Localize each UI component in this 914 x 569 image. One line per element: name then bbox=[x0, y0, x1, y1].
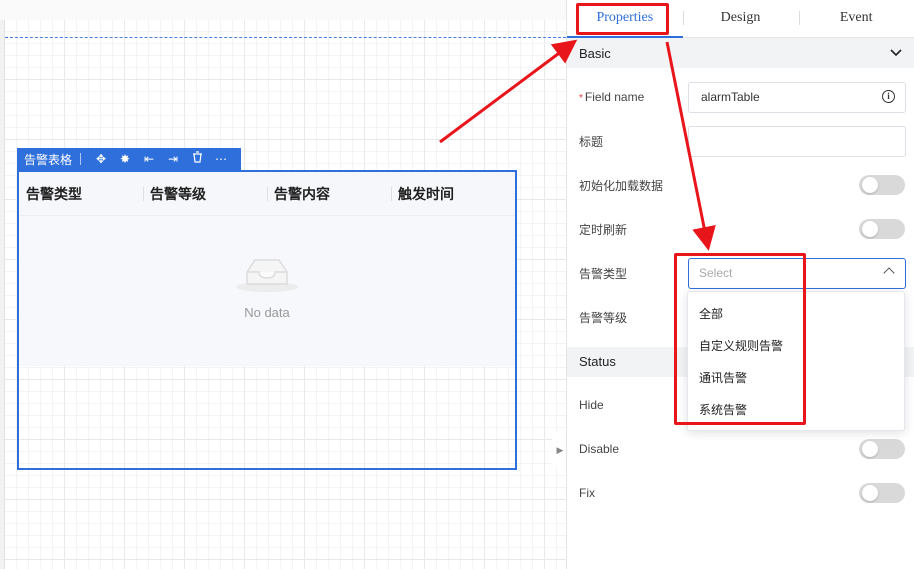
disable-toggle[interactable] bbox=[859, 439, 905, 459]
chevron-up-icon bbox=[883, 266, 895, 279]
init-load-toggle[interactable] bbox=[859, 175, 905, 195]
table-header: 告警类型 告警等级 告警内容 触发时间 bbox=[19, 172, 515, 216]
chevron-down-icon[interactable] bbox=[890, 46, 902, 60]
init-load-label: 初始化加载数据 bbox=[579, 178, 664, 193]
annotation-box-properties-tab bbox=[576, 3, 669, 35]
column-header[interactable]: 触发时间 bbox=[391, 172, 515, 215]
widget-toolbar: 告警表格 ✥ ✸ ⇤ ⇥ ⋯ bbox=[17, 148, 241, 170]
fix-row: Fix bbox=[567, 471, 914, 515]
annotation-box-dropdown bbox=[674, 253, 806, 425]
field-name-value: alarmTable bbox=[701, 90, 760, 104]
field-name-input[interactable]: alarmTable i bbox=[688, 81, 906, 113]
widget-name: 告警表格 bbox=[24, 152, 73, 167]
info-icon[interactable]: i bbox=[882, 89, 895, 103]
timed-refresh-label: 定时刷新 bbox=[579, 222, 628, 237]
title-label: 标题 bbox=[579, 134, 604, 149]
column-header[interactable]: 告警内容 bbox=[267, 172, 391, 215]
empty-text: No data bbox=[244, 305, 290, 320]
bug-icon[interactable]: ✸ bbox=[113, 148, 137, 170]
tab-divider bbox=[683, 11, 684, 25]
title-input[interactable] bbox=[688, 125, 906, 157]
tab-event[interactable]: Event bbox=[798, 0, 914, 37]
align-right-icon[interactable]: ⇥ bbox=[161, 148, 185, 170]
guide-line bbox=[5, 37, 566, 38]
field-name-row: * Field name alarmTable i bbox=[567, 75, 914, 119]
design-canvas[interactable]: 告警表格 ✥ ✸ ⇤ ⇥ ⋯ 告警类型 告警等级 告警内容 触发时间 No da… bbox=[0, 0, 566, 569]
toolbar-divider bbox=[80, 153, 82, 165]
timed-refresh-toggle[interactable] bbox=[859, 219, 905, 239]
section-basic[interactable]: Basic bbox=[567, 38, 914, 68]
canvas-top-bar bbox=[0, 0, 566, 20]
tab-divider bbox=[799, 11, 800, 25]
fix-label: Fix bbox=[579, 486, 595, 500]
table-body: No data bbox=[19, 216, 515, 364]
disable-label: Disable bbox=[579, 442, 620, 456]
timed-refresh-row: 定时刷新 bbox=[567, 207, 914, 251]
section-title: Basic bbox=[579, 45, 611, 61]
more-icon[interactable]: ⋯ bbox=[209, 148, 233, 170]
init-load-row: 初始化加载数据 bbox=[567, 163, 914, 207]
disable-row: Disable bbox=[567, 427, 914, 471]
alarm-type-label: 告警类型 bbox=[579, 266, 628, 281]
alarm-table-widget[interactable]: 告警类型 告警等级 告警内容 触发时间 No data bbox=[17, 170, 517, 470]
tab-design[interactable]: Design bbox=[683, 0, 799, 37]
move-icon[interactable]: ✥ bbox=[89, 148, 113, 170]
column-header[interactable]: 告警类型 bbox=[19, 172, 143, 215]
alarm-level-label: 告警等级 bbox=[579, 310, 628, 325]
table: 告警类型 告警等级 告警内容 触发时间 No data bbox=[19, 172, 515, 366]
field-name-label: * Field name bbox=[579, 90, 645, 104]
align-left-icon[interactable]: ⇤ bbox=[137, 148, 161, 170]
hide-label: Hide bbox=[579, 398, 604, 412]
fix-toggle[interactable] bbox=[859, 483, 905, 503]
title-row: 标题 bbox=[567, 119, 914, 163]
empty-inbox-icon bbox=[235, 254, 299, 297]
delete-icon[interactable] bbox=[185, 148, 209, 170]
column-header[interactable]: 告警等级 bbox=[143, 172, 267, 215]
